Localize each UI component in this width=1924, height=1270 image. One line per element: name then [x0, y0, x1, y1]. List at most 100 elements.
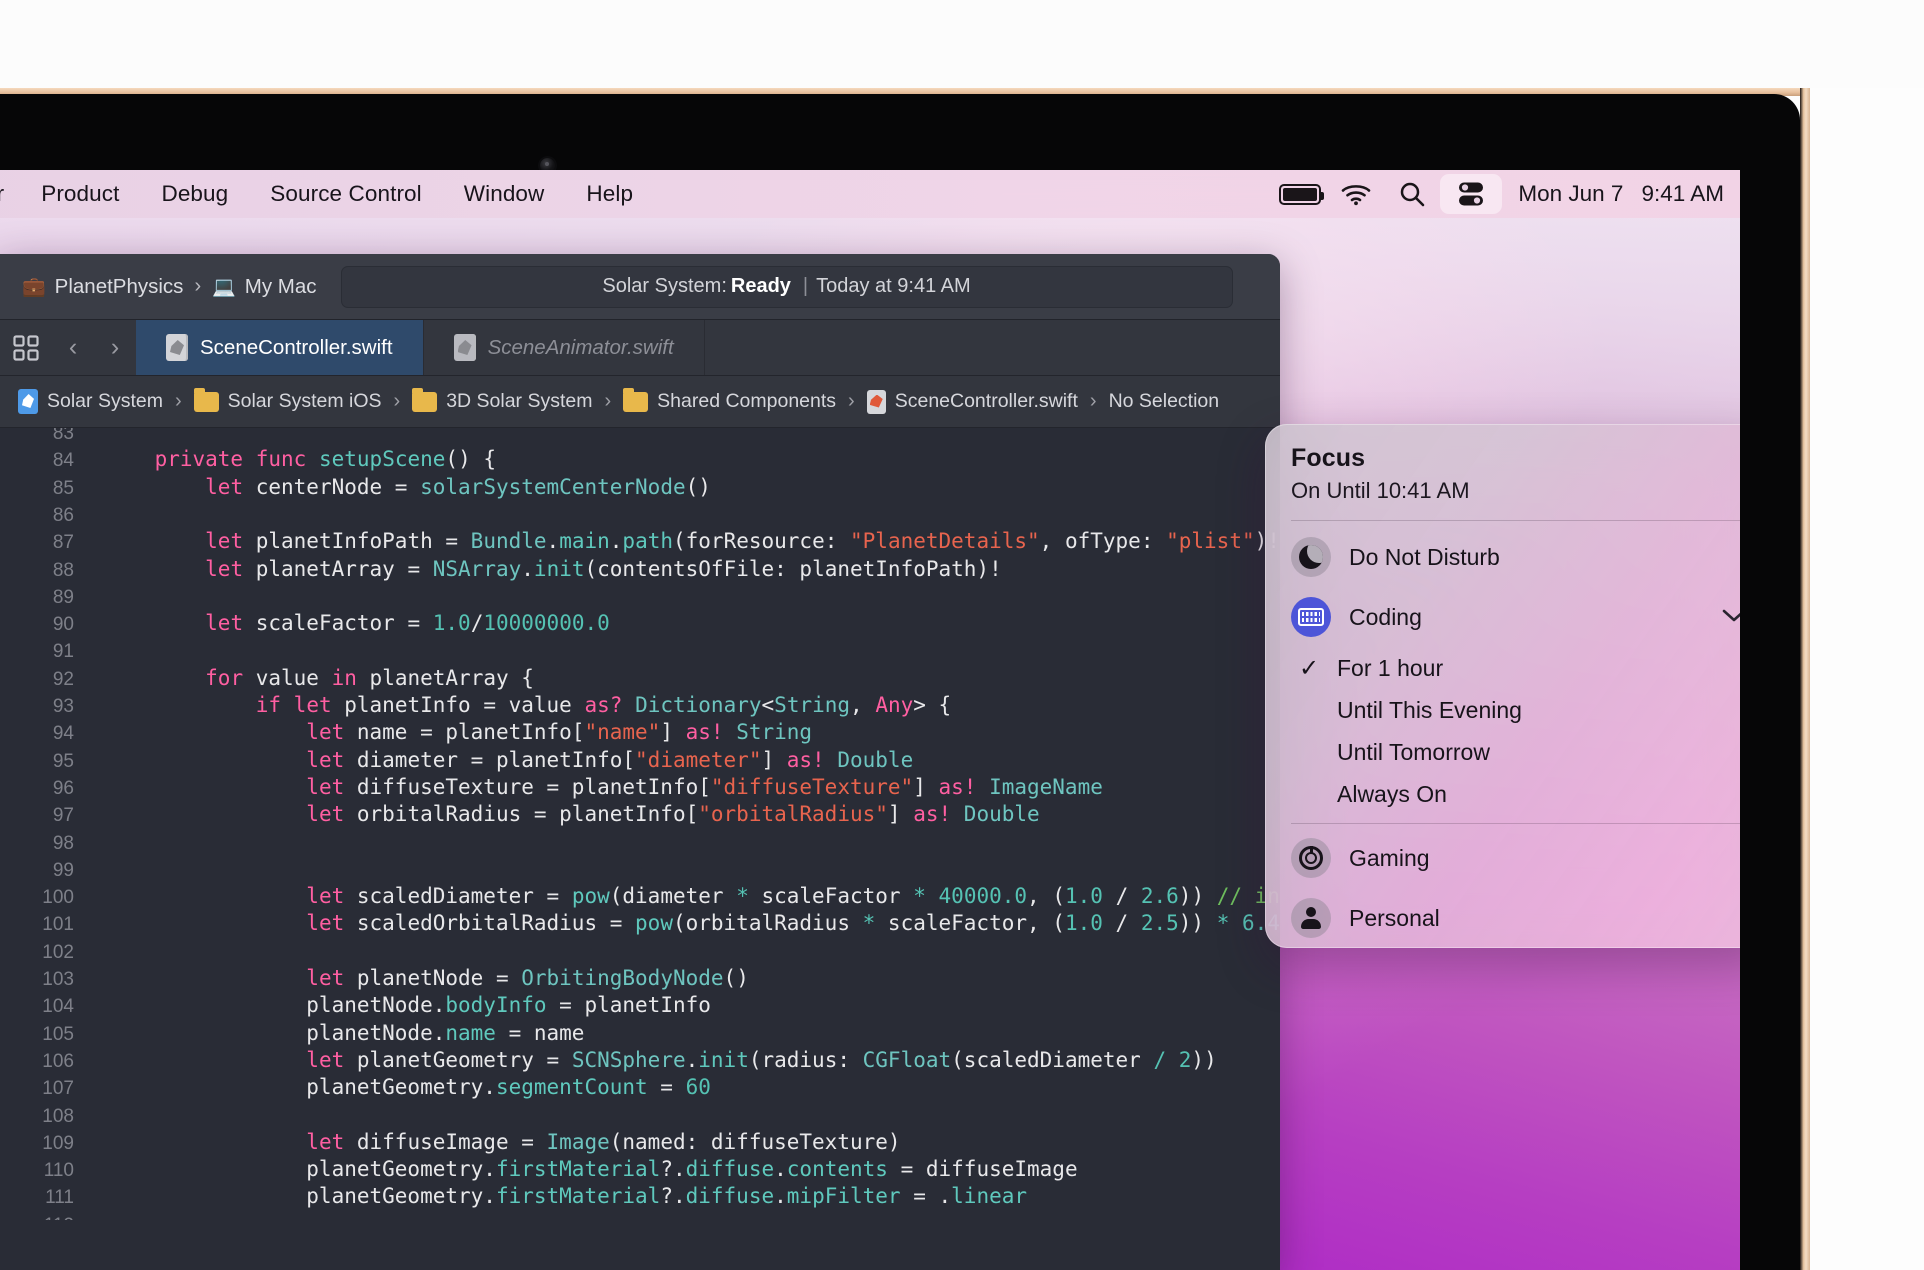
menu-item-product[interactable]: Product: [20, 170, 140, 218]
code-line[interactable]: let scaledOrbitalRadius = pow(orbitalRad…: [104, 911, 1280, 935]
focus-option-always-on[interactable]: Always On: [1265, 773, 1740, 815]
code-token: (): [723, 966, 749, 990]
code-line[interactable]: planetGeometry.segmentCount = 60: [104, 1075, 711, 1099]
code-token: diffuseImage =: [344, 1129, 547, 1154]
tab-scenecontroller-swift[interactable]: SceneController.swift: [136, 320, 424, 375]
code-token: (named: diffuseTexture): [609, 1129, 901, 1154]
code-token: planetInfo = value: [331, 693, 585, 717]
code-line[interactable]: let scaledDiameter = pow(diameter * scal…: [104, 884, 1280, 908]
focus-mode-coding[interactable]: Coding: [1265, 587, 1740, 647]
code-token: Double: [837, 747, 914, 772]
line-number: 112: [44, 1215, 74, 1220]
line-number: 89: [52, 586, 74, 608]
breadcrumb-item-solar-system[interactable]: Solar System: [18, 389, 163, 414]
code-line[interactable]: let centerNode = solarSystemCenterNode(): [104, 475, 711, 499]
nav-forward-button[interactable]: ›: [94, 320, 136, 375]
person-icon: [1291, 898, 1331, 938]
line-number: 91: [52, 641, 74, 663]
code-token: 1.0: [1064, 911, 1103, 936]
code-line[interactable]: let planetNode = OrbitingBodyNode(): [104, 966, 749, 990]
code-token: "PlanetDetails": [850, 529, 1040, 554]
code-editor[interactable]: 83 84 85 86 87 88 89 90 91 92 93 94 95 96 97 98 99 100 101…: [0, 428, 1280, 1220]
battery-icon[interactable]: [1272, 175, 1328, 213]
code-line[interactable]: let planetArray = NSArray.init(contentsO…: [104, 557, 1002, 581]
code-token: (contentsOfFile: planetInfoPath)!: [584, 556, 1002, 581]
code-token: scaledDiameter =: [344, 884, 572, 909]
project-icon: [18, 389, 38, 414]
line-number: 108: [42, 1105, 74, 1127]
line-number: 86: [52, 504, 74, 526]
menu-item-help[interactable]: Help: [565, 170, 654, 218]
line-number: 95: [52, 750, 74, 772]
code-token: mipFilter: [786, 1184, 901, 1209]
menu-item-debug[interactable]: Debug: [140, 170, 249, 218]
line-number: 110: [43, 1160, 74, 1182]
focus-mode-gaming[interactable]: Gaming: [1265, 828, 1740, 888]
source-code-area[interactable]: private func setupScene() { let centerNo…: [86, 428, 1280, 1220]
code-token: planetArray {: [356, 665, 534, 690]
menu-item-editor-clipped[interactable]: or: [0, 170, 20, 218]
code-line[interactable]: let name = planetInfo["name"] as! String: [104, 720, 812, 744]
code-line[interactable]: planetGeometry.firstMaterial?.diffuse.co…: [104, 1157, 1077, 1181]
breadcrumb-item-no-selection[interactable]: No Selection: [1109, 390, 1220, 413]
code-line[interactable]: let diameter = planetInfo["diameter"] as…: [104, 748, 913, 772]
code-line[interactable]: let planetInfoPath = Bundle.main.path(fo…: [104, 529, 1280, 553]
code-line[interactable]: planetNode.bodyInfo = planetInfo: [104, 993, 711, 1017]
code-token: () {: [445, 447, 496, 472]
line-number: 83: [52, 428, 74, 444]
code-line[interactable]: if let planetInfo = value as? Dictionary…: [104, 693, 951, 717]
code-token: <: [761, 693, 775, 717]
code-line[interactable]: let planetGeometry = SCNSphere.init(radi…: [104, 1048, 1216, 1072]
tab-bar-spacer: [705, 320, 1280, 375]
code-token: "diameter": [635, 747, 762, 772]
breadcrumb-item-scenecontroller-swift[interactable]: SceneController.swift: [866, 389, 1078, 414]
chevron-down-icon[interactable]: [1721, 604, 1740, 630]
breadcrumb-item-solar-system-ios[interactable]: Solar System iOS: [193, 387, 382, 413]
code-token: , ofType:: [1039, 529, 1167, 554]
background-above-laptop: [0, 0, 1924, 88]
code-line[interactable]: let orbitalRadius = planetInfo["orbitalR…: [104, 802, 1040, 827]
code-token: 2.6: [1140, 884, 1179, 909]
wifi-icon[interactable]: [1328, 175, 1384, 213]
focus-mode-do-not-disturb[interactable]: Do Not Disturb: [1265, 527, 1740, 587]
divider: [1291, 520, 1740, 521]
code-line[interactable]: planetNode.name = name: [104, 1021, 584, 1045]
menu-item-source-control[interactable]: Source Control: [249, 170, 442, 218]
control-center-icon[interactable]: [1440, 174, 1503, 214]
menu-item-window[interactable]: Window: [443, 170, 566, 218]
scheme-selector[interactable]: 💼 PlanetPhysics › 💻 My Mac: [22, 275, 317, 299]
focus-option-until-this-evening[interactable]: Until This Evening: [1265, 689, 1740, 731]
code-line[interactable]: private func setupScene() {: [104, 447, 496, 471]
menu-bar-date[interactable]: Mon Jun 7: [1502, 181, 1627, 207]
menu-bar-time[interactable]: 9:41 AM: [1627, 181, 1724, 207]
grid-icon[interactable]: [0, 320, 52, 375]
code-line[interactable]: let diffuseImage = Image(named: diffuseT…: [104, 1129, 901, 1154]
folder-icon: [193, 387, 219, 412]
code-token: 1.0: [1064, 884, 1103, 909]
focus-option-for-1-hour[interactable]: ✓ For 1 hour: [1265, 647, 1740, 689]
code-token: in: [331, 665, 357, 690]
focus-mode-personal[interactable]: Personal: [1265, 888, 1740, 948]
code-line[interactable]: planetGeometry.firstMaterial?.diffuse.mi…: [104, 1184, 1027, 1208]
line-number: 102: [42, 941, 74, 963]
code-token: name = planetInfo[: [344, 720, 585, 745]
breadcrumb-item-shared-components[interactable]: Shared Components: [623, 387, 836, 413]
code-token: diameter = planetInfo[: [344, 747, 636, 772]
code-token: Double: [963, 802, 1040, 827]
code-line[interactable]: for value in planetArray {: [104, 666, 534, 690]
activity-status-bar[interactable]: Solar System: Ready | Today at 9:41 AM: [340, 265, 1233, 308]
code-line[interactable]: let scaleFactor = 1.0/10000000.0: [104, 611, 610, 635]
tab-sceneanimator-swift[interactable]: SceneAnimator.swift: [424, 320, 705, 375]
search-icon[interactable]: [1384, 175, 1440, 213]
code-line[interactable]: let diffuseTexture = planetInfo["diffuse…: [104, 775, 1103, 799]
focus-option-until-tomorrow[interactable]: Until Tomorrow: [1265, 731, 1740, 773]
code-token: let: [205, 529, 244, 554]
breadcrumb-item-3d-solar-system[interactable]: 3D Solar System: [412, 387, 593, 413]
nav-back-button[interactable]: ‹: [52, 320, 94, 375]
code-token: let: [306, 802, 345, 827]
line-number: 101: [42, 914, 74, 936]
